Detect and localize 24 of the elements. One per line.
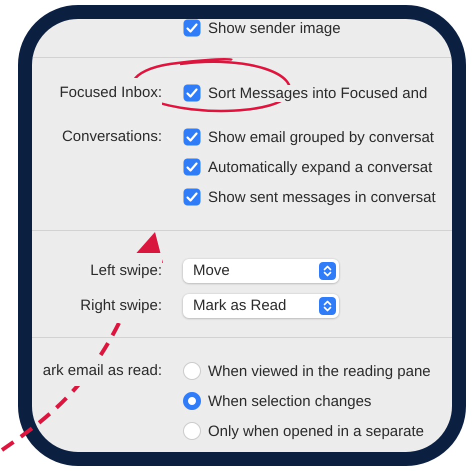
setting-label: Left swipe:: [90, 253, 162, 288]
radio-button[interactable]: [183, 422, 201, 440]
dropdown[interactable]: Move: [183, 258, 339, 282]
option-label: Sort Messages into Focused and: [208, 84, 428, 102]
radio-button[interactable]: [183, 392, 201, 410]
option-label: Show sender image: [208, 20, 341, 36]
radio-button[interactable]: [183, 362, 201, 380]
option-label: When viewed in the reading pane: [208, 362, 431, 380]
option-label: Automatically expand a conversat: [208, 158, 432, 176]
stepper-icon: [319, 296, 336, 314]
option-label: Only when opened in a separate: [208, 422, 424, 440]
setting-label: ark email as read:: [42, 356, 162, 386]
checkbox[interactable]: [183, 188, 201, 206]
checkbox[interactable]: [183, 84, 201, 102]
stepper-icon: [319, 262, 336, 280]
checkbox[interactable]: [183, 158, 201, 176]
option-label: When selection changes: [208, 392, 372, 410]
setting-label: Focused Inbox:: [59, 78, 162, 108]
checkbox[interactable]: [183, 19, 201, 37]
setting-label: Right swipe:: [80, 288, 162, 323]
checkbox[interactable]: [183, 128, 201, 146]
dropdown[interactable]: Mark as Read: [183, 294, 339, 318]
option-label: Show sent messages in conversat: [208, 188, 436, 206]
option-label: Show email grouped by conversat: [208, 128, 434, 146]
